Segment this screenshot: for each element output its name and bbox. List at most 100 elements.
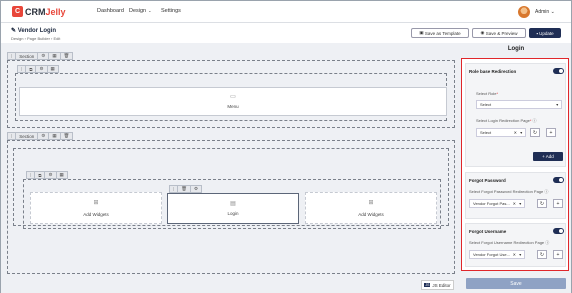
refresh-button[interactable]: ↻ [530, 128, 540, 137]
add-widgets-label: Add Widgets [83, 212, 109, 217]
refresh-button[interactable]: ↻ [537, 199, 547, 208]
role-redirection-heading: Role base Redirection [469, 69, 517, 74]
top-nav: C CRMJelly Dashboard Design ⌄ Settings Ad… [1, 1, 571, 23]
caret-down-icon: ▼ [555, 102, 559, 107]
caret-down-icon: ▼ [518, 201, 522, 206]
settings-icon[interactable]: ⚙ [36, 66, 48, 72]
add-widget-icon: ⊞ [368, 200, 374, 206]
grid-icon[interactable]: ▦ [48, 66, 58, 72]
forgot-username-heading: Forgot Username [469, 229, 507, 234]
widget-toolbar: ⁞ 🗑 ⚙ [169, 185, 203, 193]
avatar[interactable] [518, 6, 530, 18]
add-widgets-label: Add Widgets [358, 212, 384, 217]
js-editor-button[interactable]: JS JS Editor [421, 280, 454, 290]
menu-icon: ▭ [230, 94, 236, 100]
caret-down-icon: ▼ [518, 252, 522, 257]
refresh-icon: ↻ [532, 129, 538, 136]
login-redirect-dropdown[interactable]: Select ✕ ▼ [476, 128, 526, 137]
trash-icon[interactable]: 🗑 [61, 133, 73, 139]
clear-icon[interactable]: ✕ [513, 201, 516, 206]
login-widget[interactable]: ▤ Login [167, 193, 299, 224]
settings-icon[interactable]: ⚙ [45, 172, 57, 178]
select-role-dropdown[interactable]: Select ▼ [476, 100, 562, 109]
drag-handle-icon[interactable]: ⁞ [8, 133, 17, 139]
trash-icon[interactable]: 🗑 [178, 186, 191, 192]
page-title: ✎ Vendor Login [11, 28, 57, 34]
settings-icon[interactable]: ⚙ [191, 186, 201, 192]
grid-icon[interactable]: ▦ [49, 133, 61, 139]
page-builder-window: C CRMJelly Dashboard Design ⌄ Settings Ad… [0, 0, 572, 293]
grid-icon[interactable]: ▦ [57, 172, 67, 178]
section-label: Section [16, 53, 39, 59]
refresh-icon: ↻ [539, 251, 545, 258]
login-icon: ▤ [230, 201, 236, 207]
chevron-down-icon: ⌄ [550, 9, 555, 15]
copy-icon[interactable]: ⧉ [35, 172, 46, 178]
info-icon: ⓘ [544, 189, 549, 194]
forgot-password-heading: Forgot Password [469, 178, 506, 183]
login-redirect-value: Select [480, 130, 492, 135]
info-icon: ⓘ [545, 240, 550, 245]
menu-widget-label: Menu [227, 104, 239, 109]
section-label: Section [16, 133, 39, 139]
select-role-value: Select [480, 102, 492, 107]
add-page-button[interactable]: + [553, 199, 563, 208]
save-as-template-button[interactable]: ▣ Save as Template [411, 28, 469, 38]
plus-icon: + [556, 200, 560, 207]
forgot-password-redirect-dropdown[interactable]: Vendor Forgot Pas... ✕ ▼ [469, 199, 525, 208]
drag-handle-icon[interactable]: ⁞ [8, 53, 17, 59]
update-button[interactable]: ▪ Update [529, 28, 561, 38]
forgot-password-card: Forgot Password Select Forgot Password R… [465, 172, 566, 219]
nav-design-label: Design [129, 8, 147, 14]
drag-handle-icon[interactable]: ⁞ [27, 172, 36, 178]
forgot-password-toggle[interactable] [553, 177, 564, 183]
nav-dashboard[interactable]: Dashboard [97, 8, 124, 14]
grid-icon[interactable]: ▦ [49, 53, 61, 59]
role-redirection-toggle[interactable] [553, 68, 564, 74]
pencil-icon: ✎ [11, 28, 18, 34]
chevron-down-icon: ⌄ [148, 8, 152, 13]
user-name: Admin [535, 9, 550, 15]
section-toolbar: ⁞ Section ⚙ ▦ 🗑 [7, 132, 74, 140]
select-role-label: Select Role* [476, 91, 499, 96]
menu-widget[interactable]: ▭ Menu [19, 87, 447, 116]
user-menu[interactable]: Admin ⌄ [535, 9, 555, 15]
plus-icon: + [556, 251, 560, 258]
copy-icon[interactable]: ⧉ [26, 66, 37, 72]
save-button[interactable]: Save [466, 278, 566, 289]
login-redirect-label: Select Login Redirection Page* ⓘ [476, 118, 537, 123]
role-redirection-card: Role base Redirection Select Role* Selec… [465, 63, 566, 167]
clear-icon[interactable]: ✕ [513, 252, 516, 257]
trash-icon[interactable]: 🗑 [61, 53, 73, 59]
brand-logo[interactable]: C CRMJelly [12, 5, 66, 18]
brand-logo-text: CRMJelly [25, 6, 66, 17]
refresh-button[interactable]: ↻ [537, 250, 547, 259]
js-icon: JS [424, 283, 431, 287]
forgot-username-card: Forgot Username Select Forgot Username R… [465, 223, 566, 267]
save-preview-button[interactable]: ◉ Save & Preview [472, 28, 526, 38]
settings-icon[interactable]: ⚙ [38, 53, 50, 59]
nav-settings[interactable]: Settings [161, 8, 181, 14]
forgot-username-redirect-dropdown[interactable]: Vendor Forgot Use... ✕ ▼ [469, 250, 525, 259]
js-editor-label: JS Editor [432, 282, 451, 288]
caret-down-icon: ▼ [519, 130, 523, 135]
brand-logo-mark: C [12, 6, 23, 17]
clear-icon[interactable]: ✕ [514, 130, 517, 135]
row-toolbar: ⁞ ⧉ ⚙ ▦ [26, 171, 68, 179]
forgot-username-redirect-label: Select Forgot Username Redirection Page … [469, 240, 550, 245]
info-icon: ⓘ [532, 118, 537, 123]
plus-icon: + [549, 129, 553, 136]
add-widgets-column-left[interactable]: ⊞ Add Widgets [30, 192, 162, 224]
drag-handle-icon[interactable]: ⁞ [170, 186, 179, 192]
add-page-button[interactable]: + [553, 250, 563, 259]
row-toolbar: ⁞ ⧉ ⚙ ▦ [17, 65, 59, 73]
login-widget-label: Login [227, 211, 239, 216]
settings-icon[interactable]: ⚙ [38, 133, 50, 139]
add-role-redirection-button[interactable]: + Add [533, 152, 563, 161]
drag-handle-icon[interactable]: ⁞ [18, 66, 27, 72]
add-widgets-column-right[interactable]: ⊞ Add Widgets [305, 192, 437, 224]
section-toolbar: ⁞ Section ⚙ ▦ 🗑 [7, 52, 74, 60]
add-page-button[interactable]: + [546, 128, 556, 137]
forgot-username-toggle[interactable] [553, 228, 564, 234]
nav-design[interactable]: Design ⌄ [129, 8, 151, 14]
